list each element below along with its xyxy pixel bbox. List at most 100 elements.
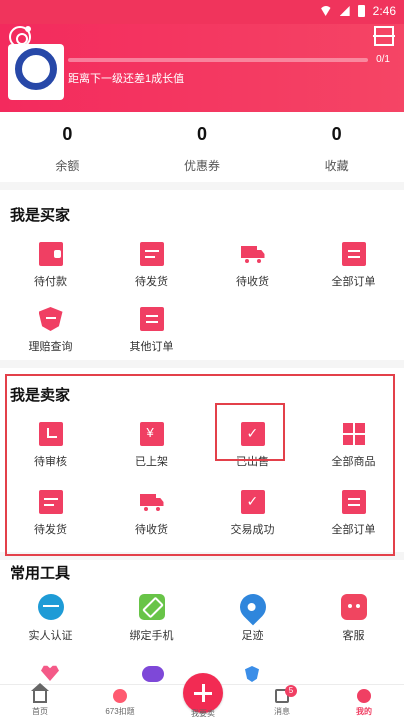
seller-listed[interactable]: 已上架 [101,422,202,469]
seller-pending-receipt[interactable]: 待收货 [101,490,202,537]
sell-post-button[interactable] [183,673,223,713]
seller-pending-review[interactable]: 待审核 [0,422,101,469]
buyer-claims[interactable]: 理赔查询 [0,307,101,354]
status-icons: 2:46 [319,4,396,18]
balance-label: 余额 [55,159,80,173]
message-badge: 5 [285,685,297,697]
order-list-icon [341,490,366,514]
tool-customer-service[interactable]: 客服 [303,594,404,643]
shield-icon[interactable] [245,666,259,682]
clock-icon [38,422,63,446]
growth-level-text: 距离下一级还差1成长值 [68,73,185,85]
sold-check-icon [240,422,265,446]
seller-pending-receipt-label: 待收货 [135,524,168,536]
buyer-section: 我是买家 待付款 待发货 待收货 全部订单 理赔查询 其他订单 [0,190,404,360]
shield-icon [38,307,63,331]
seller-listed-label: 已上架 [135,456,168,468]
grid-icon [342,422,366,446]
seller-section: 我是卖家 待审核 已上架 已出售 全部商品 待发货 待收货 交易成功 全部订单 [0,368,404,552]
check-card-icon [240,490,265,514]
growth-progress-count: 0/1 [376,54,390,65]
buyer-pending-receipt[interactable]: 待收货 [202,242,303,289]
box-icon [38,490,63,514]
balance-value: 0 [62,124,73,144]
phone-link-icon [138,594,165,620]
wallet-icon [38,242,63,266]
scan-icon[interactable] [373,26,395,46]
robot-icon [340,594,367,620]
heart-icon[interactable] [41,665,59,681]
home-icon [33,689,47,703]
favorites-label: 收藏 [324,159,349,173]
status-time: 2:46 [372,4,396,18]
seller-pending-shipment[interactable]: 待发货 [0,490,101,537]
buyer-pending-payment[interactable]: 待付款 [0,242,101,289]
seller-all-orders[interactable]: 全部订单 [303,490,404,537]
seller-successful-transactions[interactable]: 交易成功 [202,490,303,537]
settings-notification-dot [25,26,31,32]
buyer-pending-shipment[interactable]: 待发货 [101,242,202,289]
seller-title: 我是卖家 [10,387,71,404]
buyer-all-orders[interactable]: 全部订单 [303,242,404,289]
tool-bind-phone[interactable]: 绑定手机 [101,594,202,643]
status-bar: 2:46 [0,0,404,24]
buyer-claims-label: 理赔查询 [28,341,73,353]
tool-bind-phone-label: 绑定手机 [129,630,174,642]
nav-messages[interactable]: 5 消息 [242,685,322,717]
yen-card-icon [139,422,164,446]
chat-icon: 5 [275,685,297,703]
buyer-pending-shipment-label: 待发货 [135,276,168,288]
nav-home-label: 首页 [32,707,48,716]
avatar[interactable] [8,44,64,100]
growth-progress-bar [68,58,368,62]
buyer-all-orders-label: 全部订单 [331,276,376,288]
truck-icon [240,242,265,266]
buyer-other-orders[interactable]: 其他订单 [101,307,202,354]
box-icon [139,242,164,266]
profile-icon [357,689,371,703]
buyer-other-orders-label: 其他订单 [129,341,174,353]
seller-all-products[interactable]: 全部商品 [303,422,404,469]
nav-home[interactable]: 首页 [0,689,80,717]
mid-icon [113,689,127,703]
seller-all-products-label: 全部商品 [331,456,376,468]
seller-pending-review-label: 待审核 [34,456,67,468]
tool-customer-service-label: 客服 [342,630,365,642]
account-stats: 0 余额 0 优惠券 0 收藏 [0,112,404,182]
wifi-icon [319,6,332,16]
seller-pending-shipment-label: 待发货 [34,524,67,536]
buyer-pending-payment-label: 待付款 [34,276,67,288]
buyer-pending-receipt-label: 待收货 [236,276,269,288]
seller-all-orders-label: 全部订单 [331,524,376,536]
order-list-icon [139,307,164,331]
buyer-title: 我是买家 [10,207,71,224]
gamepad-icon[interactable] [142,666,164,682]
nav-messages-label: 消息 [274,707,290,716]
tools-title: 常用工具 [10,565,71,582]
avatar-logo [15,48,57,90]
tool-footprints-label: 足迹 [241,630,264,642]
favorites-stat[interactable]: 0 收藏 [269,112,404,182]
tool-real-name-verification[interactable]: 实人认证 [0,594,101,643]
coupon-value: 0 [197,124,208,144]
balance-stat[interactable]: 0 余额 [0,112,135,182]
coupon-stat[interactable]: 0 优惠券 [135,112,270,182]
id-check-icon [37,594,64,620]
nav-mine[interactable]: 我的 [324,689,404,717]
nav-mid[interactable]: 673扣题 [80,689,160,717]
order-list-icon [341,242,366,266]
seller-sold[interactable]: 已出售 [202,422,303,469]
coupon-label: 优惠券 [184,159,221,173]
tools-section: 常用工具 实人认证 绑定手机 足迹 客服 [0,560,404,660]
seller-successful-transactions-label: 交易成功 [230,524,275,536]
seller-sold-label: 已出售 [236,456,269,468]
favorites-value: 0 [331,124,342,144]
tool-footprints[interactable]: 足迹 [202,588,303,643]
tool-real-name-verification-label: 实人认证 [28,630,73,642]
battery-icon [357,5,365,17]
nav-mid-label: 673扣题 [105,707,135,716]
sell-post-label: 我要卖 [191,709,215,718]
nav-mine-label: 我的 [356,707,372,716]
truck-icon [139,490,164,514]
location-pin-icon [234,588,271,626]
